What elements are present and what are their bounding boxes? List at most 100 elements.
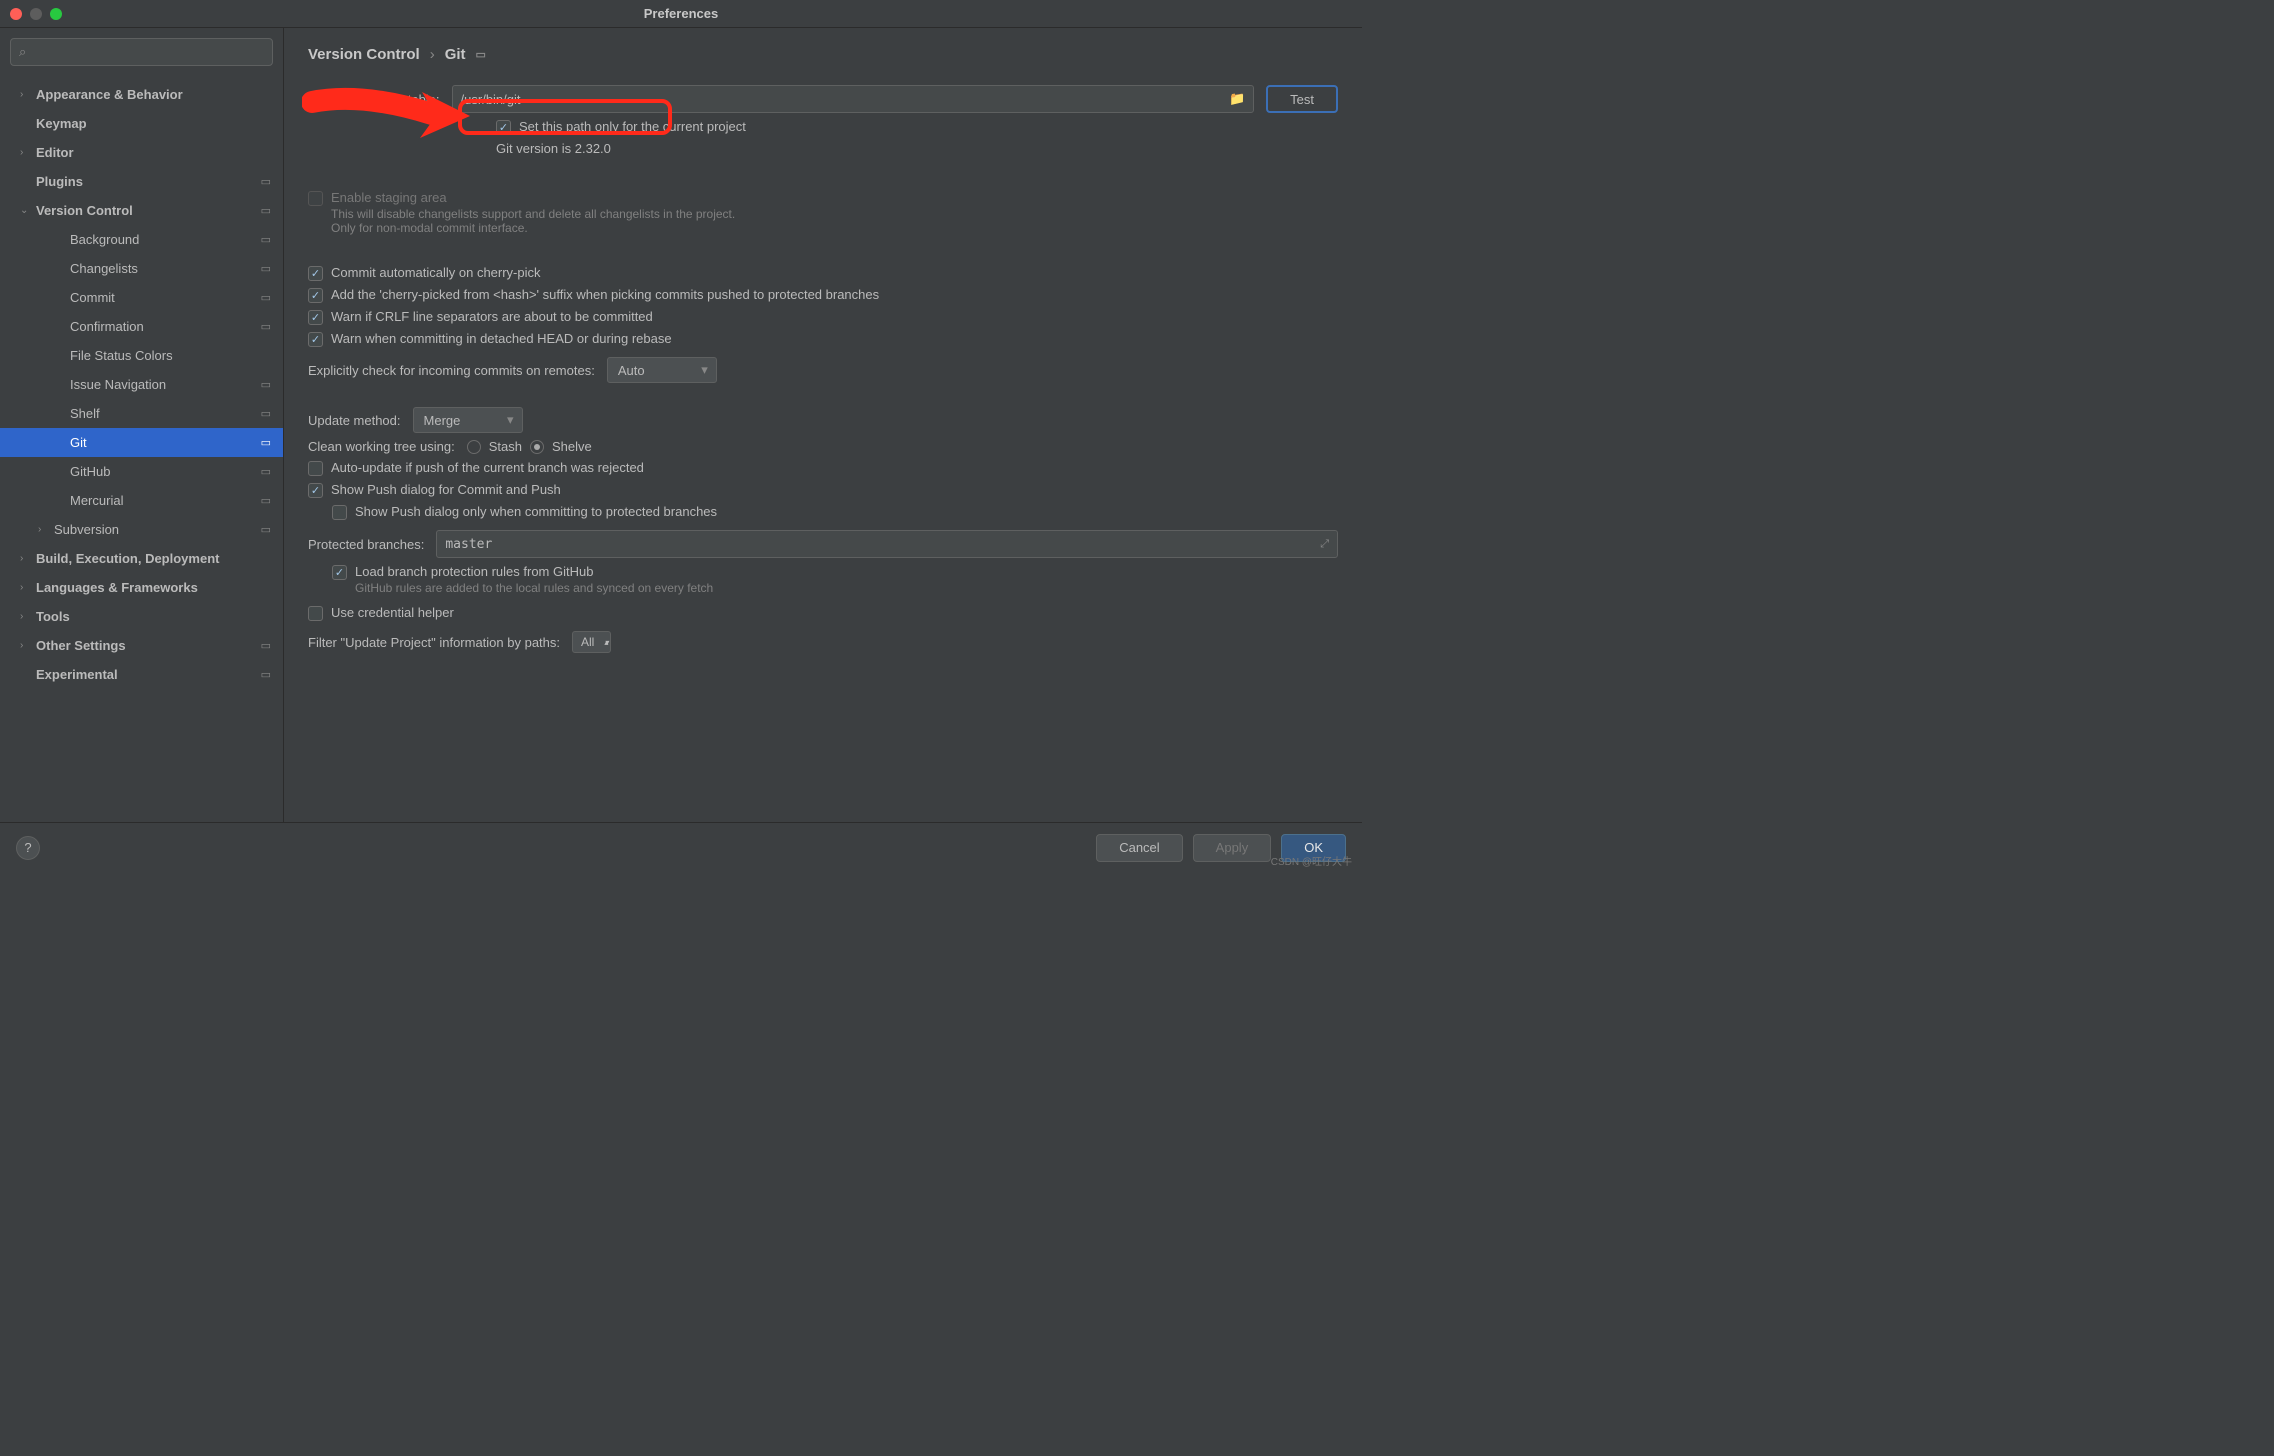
add-suffix-checkbox[interactable] bbox=[308, 288, 323, 303]
protected-branches-value: master bbox=[445, 537, 492, 552]
sidebar-item-github[interactable]: GitHub▭ bbox=[0, 457, 283, 486]
breadcrumb-parent[interactable]: Version Control bbox=[308, 46, 420, 63]
project-scope-icon: ▭ bbox=[261, 291, 271, 304]
use-credential-checkbox[interactable] bbox=[308, 606, 323, 621]
sidebar-item-background[interactable]: Background▭ bbox=[0, 225, 283, 254]
cancel-button[interactable]: Cancel bbox=[1096, 834, 1182, 862]
set-path-project-label: Set this path only for the current proje… bbox=[519, 119, 746, 134]
enable-staging-checkbox bbox=[308, 191, 323, 206]
sidebar-item-label: File Status Colors bbox=[70, 348, 271, 363]
maximize-window-icon[interactable] bbox=[50, 8, 62, 20]
use-credential-label: Use credential helper bbox=[331, 605, 454, 620]
warn-crlf-checkbox[interactable] bbox=[308, 310, 323, 325]
set-path-project-checkbox[interactable] bbox=[496, 120, 511, 135]
chevron-icon: ⌄ bbox=[20, 205, 34, 216]
sidebar-item-subversion[interactable]: ›Subversion▭ bbox=[0, 515, 283, 544]
sidebar-item-label: Subversion bbox=[54, 522, 261, 537]
add-suffix-label: Add the 'cherry-picked from <hash>' suff… bbox=[331, 287, 879, 302]
watermark: CSDN @旺仔大牛 bbox=[1271, 853, 1352, 868]
sidebar-item-shelf[interactable]: Shelf▭ bbox=[0, 399, 283, 428]
warn-detached-checkbox[interactable] bbox=[308, 332, 323, 347]
update-method-value: Merge bbox=[424, 413, 461, 428]
sidebar-item-label: Appearance & Behavior bbox=[36, 87, 271, 102]
traffic-lights bbox=[10, 8, 62, 20]
chevron-icon: › bbox=[20, 147, 34, 158]
chevron-icon: › bbox=[20, 611, 34, 622]
protected-label: Protected branches: bbox=[308, 537, 424, 552]
path-label: Path to Git executable: bbox=[308, 92, 440, 107]
sidebar-item-label: Mercurial bbox=[70, 493, 261, 508]
sidebar-item-version-control[interactable]: ⌄Version Control▭ bbox=[0, 196, 283, 225]
commit-cherry-checkbox[interactable] bbox=[308, 266, 323, 281]
protected-branches-input[interactable]: master ⤢ bbox=[436, 530, 1338, 558]
sidebar-item-build-execution-deployment[interactable]: ›Build, Execution, Deployment bbox=[0, 544, 283, 573]
search-icon: ⌕ bbox=[19, 44, 26, 60]
sidebar-item-changelists[interactable]: Changelists▭ bbox=[0, 254, 283, 283]
window-title: Preferences bbox=[644, 6, 718, 21]
sidebar-item-git[interactable]: Git▭ bbox=[0, 428, 283, 457]
project-scope-icon: ▭ bbox=[261, 204, 271, 217]
sidebar: ⌕ ›Appearance & BehaviorKeymap›EditorPlu… bbox=[0, 28, 284, 822]
project-scope-icon: ▭ bbox=[261, 523, 271, 536]
close-window-icon[interactable] bbox=[10, 8, 22, 20]
sidebar-item-label: Git bbox=[70, 435, 261, 450]
sidebar-item-label: Version Control bbox=[36, 203, 261, 218]
expand-icon[interactable]: ⤢ bbox=[1320, 537, 1329, 551]
update-method-select[interactable]: Merge bbox=[413, 407, 523, 433]
sidebar-item-file-status-colors[interactable]: File Status Colors bbox=[0, 341, 283, 370]
sidebar-item-keymap[interactable]: Keymap bbox=[0, 109, 283, 138]
project-scope-icon: ▭ bbox=[261, 233, 271, 246]
update-method-label: Update method: bbox=[308, 413, 401, 428]
explicit-check-value: Auto bbox=[618, 363, 645, 378]
sidebar-item-label: Keymap bbox=[36, 116, 271, 131]
enable-staging-help: This will disable changelists support an… bbox=[331, 207, 751, 235]
auto-update-checkbox[interactable] bbox=[308, 461, 323, 476]
search-input[interactable]: ⌕ bbox=[10, 38, 273, 66]
warn-detached-label: Warn when committing in detached HEAD or… bbox=[331, 331, 672, 346]
sidebar-item-other-settings[interactable]: ›Other Settings▭ bbox=[0, 631, 283, 660]
chevron-icon: › bbox=[20, 582, 34, 593]
sidebar-item-label: Shelf bbox=[70, 406, 261, 421]
shelve-radio[interactable] bbox=[530, 440, 544, 454]
apply-button[interactable]: Apply bbox=[1193, 834, 1272, 862]
sidebar-item-languages-frameworks[interactable]: ›Languages & Frameworks bbox=[0, 573, 283, 602]
load-branch-help: GitHub rules are added to the local rule… bbox=[355, 581, 713, 595]
sidebar-item-mercurial[interactable]: Mercurial▭ bbox=[0, 486, 283, 515]
sidebar-item-label: Issue Navigation bbox=[70, 377, 261, 392]
show-push-protected-checkbox[interactable] bbox=[332, 505, 347, 520]
load-branch-label: Load branch protection rules from GitHub bbox=[355, 564, 713, 579]
breadcrumb-separator-icon: › bbox=[430, 46, 435, 63]
sidebar-item-label: Build, Execution, Deployment bbox=[36, 551, 271, 566]
explicit-check-select[interactable]: Auto bbox=[607, 357, 717, 383]
project-scope-icon: ▭ bbox=[261, 262, 271, 275]
load-branch-checkbox[interactable] bbox=[332, 565, 347, 580]
sidebar-item-editor[interactable]: ›Editor bbox=[0, 138, 283, 167]
help-button[interactable]: ? bbox=[16, 836, 40, 860]
browse-folder-icon[interactable]: 📁 bbox=[1229, 91, 1245, 107]
git-version-text: Git version is 2.32.0 bbox=[496, 141, 611, 156]
git-path-input[interactable]: /usr/bin/git 📁 bbox=[452, 85, 1255, 113]
show-push-protected-label: Show Push dialog only when committing to… bbox=[355, 504, 717, 519]
filter-select[interactable]: All bbox=[572, 631, 611, 653]
project-scope-icon: ▭ bbox=[261, 436, 271, 449]
show-push-checkbox[interactable] bbox=[308, 483, 323, 498]
sidebar-item-experimental[interactable]: Experimental▭ bbox=[0, 660, 283, 689]
minimize-window-icon bbox=[30, 8, 42, 20]
chevron-icon: › bbox=[20, 553, 34, 564]
project-scope-icon: ▭ bbox=[261, 175, 271, 188]
test-button[interactable]: Test bbox=[1266, 85, 1338, 113]
sidebar-item-confirmation[interactable]: Confirmation▭ bbox=[0, 312, 283, 341]
stash-radio[interactable] bbox=[467, 440, 481, 454]
project-scope-icon: ▭ bbox=[261, 668, 271, 681]
project-scope-icon: ▭ bbox=[476, 48, 486, 61]
sidebar-item-tools[interactable]: ›Tools bbox=[0, 602, 283, 631]
warn-crlf-label: Warn if CRLF line separators are about t… bbox=[331, 309, 653, 324]
filter-label: Filter "Update Project" information by p… bbox=[308, 635, 560, 650]
clean-tree-label: Clean working tree using: bbox=[308, 439, 455, 454]
sidebar-item-commit[interactable]: Commit▭ bbox=[0, 283, 283, 312]
settings-tree: ›Appearance & BehaviorKeymap›EditorPlugi… bbox=[0, 76, 283, 822]
sidebar-item-appearance-behavior[interactable]: ›Appearance & Behavior bbox=[0, 80, 283, 109]
sidebar-item-plugins[interactable]: Plugins▭ bbox=[0, 167, 283, 196]
sidebar-item-label: Experimental bbox=[36, 667, 261, 682]
sidebar-item-issue-navigation[interactable]: Issue Navigation▭ bbox=[0, 370, 283, 399]
